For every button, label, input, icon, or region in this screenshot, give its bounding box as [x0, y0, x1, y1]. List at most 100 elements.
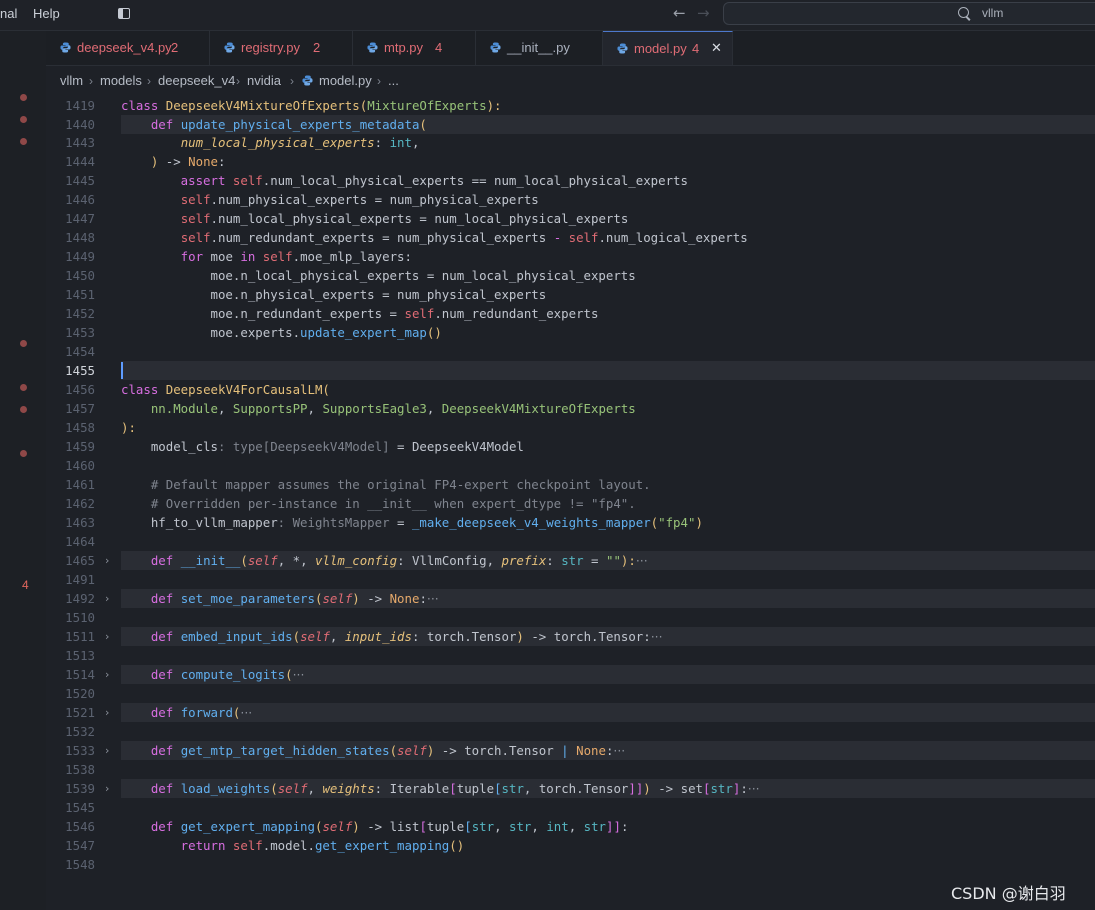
line-number: 1548	[65, 857, 95, 872]
line-number: 1444	[65, 154, 95, 169]
code-line: 1510	[46, 608, 1095, 627]
line-number: 1443	[65, 135, 95, 150]
line-code: num_local_physical_experts: int,	[180, 135, 420, 150]
problem-count-badge: 4	[22, 578, 29, 592]
toggle-sidebar-icon[interactable]	[118, 8, 130, 19]
line-number: 1450	[65, 268, 95, 283]
breadcrumb: vllm › models › deepseek_v4 › nvidia › m…	[46, 66, 1095, 96]
chevron-right-icon[interactable]: ›	[105, 551, 109, 570]
code-line-folded: 1514 › def compute_logits(···	[46, 665, 1095, 684]
code-line: 1443 num_local_physical_experts: int,	[46, 133, 1095, 152]
chevron-right-icon[interactable]: ›	[105, 627, 109, 646]
tab-label: mtp.py	[384, 40, 424, 55]
breadcrumb-item[interactable]: nvidia	[247, 66, 281, 96]
line-number: 1461	[65, 477, 95, 492]
breadcrumb-item[interactable]: vllm	[60, 66, 83, 96]
code-line: 1456 class DeepseekV4ForCausalLM(	[46, 380, 1095, 399]
menu-help[interactable]: Help	[33, 0, 60, 30]
line-code: moe.experts.update_expert_map()	[121, 325, 442, 340]
code-line: 1454	[46, 342, 1095, 361]
line-number: 1460	[65, 458, 95, 473]
code-line: 1464	[46, 532, 1095, 551]
chevron-right-icon: ›	[236, 74, 240, 88]
chevron-right-icon[interactable]: ›	[105, 779, 109, 798]
breadcrumb-item[interactable]: ...	[388, 66, 399, 96]
tab-problem-badge: 4	[435, 40, 443, 55]
code-line: 1444 ) -> None:	[46, 152, 1095, 171]
tab-mtp[interactable]: mtp.py 4	[353, 31, 476, 65]
line-number: 1455	[65, 363, 95, 378]
line-number: 1419	[65, 98, 95, 113]
chevron-right-icon[interactable]: ›	[105, 741, 109, 760]
chevron-right-icon[interactable]: ›	[105, 703, 109, 722]
breakpoint-dot[interactable]	[20, 138, 27, 145]
code-line: 1532	[46, 722, 1095, 741]
code-line: 1460	[46, 456, 1095, 475]
code-line: 1459 model_cls: type[DeepseekV4Model] = …	[46, 437, 1095, 456]
tab-label: deepseek_v4.py	[77, 40, 172, 55]
code-line: 1520	[46, 684, 1095, 703]
tab-label: model.py	[634, 41, 687, 56]
python-file-icon	[617, 43, 628, 54]
line-number: 1492	[65, 591, 95, 606]
breakpoint-dot[interactable]	[20, 406, 27, 413]
line-number: 1463	[65, 515, 95, 530]
line-code: def load_weights(self, weights: Iterable…	[121, 781, 760, 796]
line-number: 1514	[65, 667, 95, 682]
line-number: 1520	[65, 686, 95, 701]
line-comment: # Overridden per-instance in __init__ wh…	[121, 496, 636, 511]
breadcrumb-item[interactable]: deepseek_v4	[158, 66, 235, 96]
code-line-folded: 1511 › def embed_input_ids(self, input_i…	[46, 627, 1095, 646]
breakpoint-dot[interactable]	[20, 116, 27, 123]
chevron-right-icon: ›	[89, 74, 93, 88]
code-line: 1448 self.num_redundant_experts = num_ph…	[46, 228, 1095, 247]
breakpoint-dot[interactable]	[20, 340, 27, 347]
forward-arrow-icon[interactable]: →	[697, 4, 710, 22]
back-arrow-icon[interactable]: ←	[673, 4, 686, 22]
code-line: 1538	[46, 760, 1095, 779]
breakpoint-dot[interactable]	[20, 94, 27, 101]
breakpoint-dot[interactable]	[20, 384, 27, 391]
line-number: 1538	[65, 762, 95, 777]
command-center-search[interactable]: vllm	[723, 2, 1095, 25]
line-code: def forward(···	[121, 705, 253, 720]
breadcrumb-item[interactable]: models	[100, 66, 142, 96]
code-line: 1457 nn.Module, SupportsPP, SupportsEagl…	[46, 399, 1095, 418]
code-editor[interactable]: 1419 class DeepseekV4MixtureOfExperts(Mi…	[46, 96, 1095, 910]
tab-label: registry.py	[241, 40, 300, 55]
chevron-right-icon: ›	[147, 74, 151, 88]
breadcrumb-item[interactable]: model.py	[319, 66, 372, 96]
line-code: def update_physical_experts_metadata(	[121, 117, 427, 132]
chevron-right-icon: ›	[290, 74, 294, 88]
text-cursor	[121, 362, 123, 379]
chevron-right-icon[interactable]: ›	[105, 589, 109, 608]
code-line: 1463 hf_to_vllm_mapper: WeightsMapper = …	[46, 513, 1095, 532]
menu-terminal[interactable]: nal	[0, 0, 17, 30]
line-number: 1462	[65, 496, 95, 511]
tab-problem-badge: 2	[171, 40, 179, 55]
line-number: 1545	[65, 800, 95, 815]
line-code: hf_to_vllm_mapper: WeightsMapper = _make…	[121, 515, 703, 530]
code-line: 1548	[46, 855, 1095, 874]
tab-model-active[interactable]: model.py 4 ✕	[603, 31, 733, 65]
close-icon[interactable]: ✕	[711, 32, 722, 66]
tab-registry[interactable]: registry.py 2	[210, 31, 353, 65]
python-file-icon	[490, 42, 501, 53]
line-code: nn.Module, SupportsPP, SupportsEagle3, D…	[121, 401, 636, 416]
breakpoint-dot[interactable]	[20, 450, 27, 457]
code-line: 1458 ):	[46, 418, 1095, 437]
line-number: 1459	[65, 439, 95, 454]
code-line-folded: 1539 › def load_weights(self, weights: I…	[46, 779, 1095, 798]
line-number: 1449	[65, 249, 95, 264]
code-line-folded: 1521 › def forward(···	[46, 703, 1095, 722]
line-number: 1457	[65, 401, 95, 416]
line-number: 1458	[65, 420, 95, 435]
code-line: 1445 assert self.num_local_physical_expe…	[46, 171, 1095, 190]
code-line-current: 1455	[46, 361, 1095, 380]
line-number: 1511	[65, 629, 95, 644]
tab-deepseek-v4[interactable]: deepseek_v4.py 2	[46, 31, 210, 65]
code-line: 1419 class DeepseekV4MixtureOfExperts(Mi…	[46, 96, 1095, 115]
chevron-right-icon[interactable]: ›	[105, 665, 109, 684]
search-icon	[958, 7, 969, 18]
tab-init[interactable]: __init__.py	[476, 31, 603, 65]
